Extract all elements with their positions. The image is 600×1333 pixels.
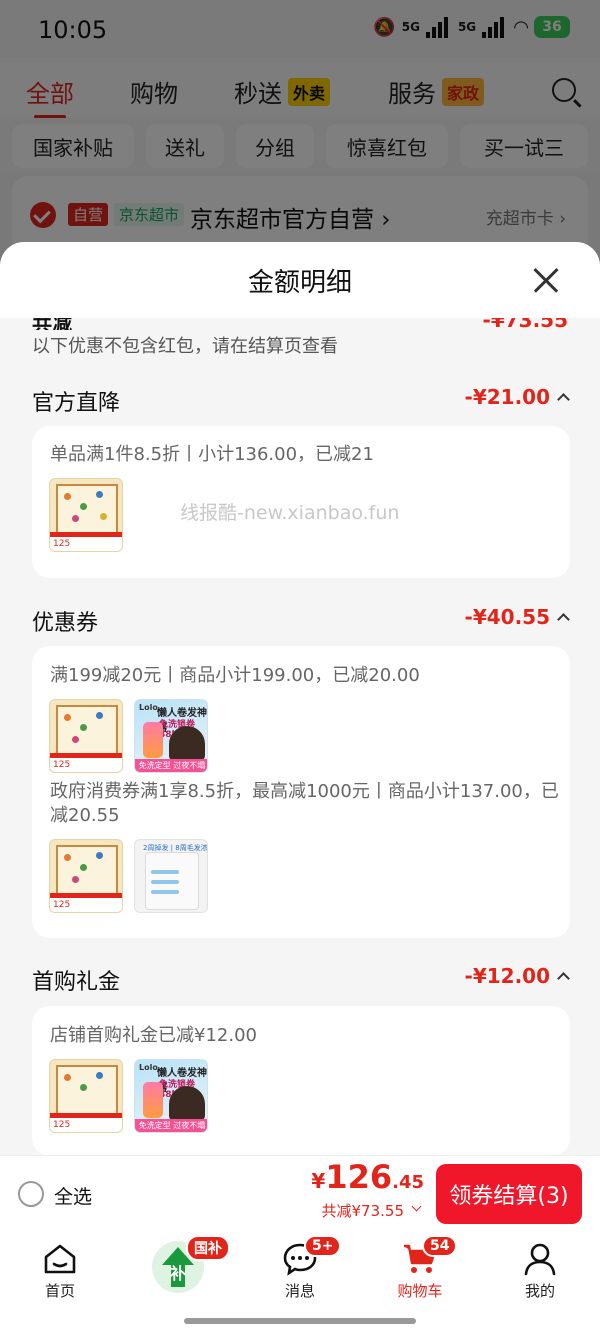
sheet-title: 金额明细 <box>247 268 352 298</box>
bottle-image <box>143 1082 163 1118</box>
thumb-brand: Lolo <box>139 1063 158 1072</box>
total-price: ¥126.45 <box>311 1158 424 1196</box>
poster-price: 125 <box>50 758 122 772</box>
bag-bar <box>151 880 179 884</box>
hair-image <box>169 1086 205 1120</box>
chevron-up-icon <box>557 613 570 626</box>
poster-dot <box>96 491 103 498</box>
nav-badge: 54 <box>422 1235 458 1257</box>
product-thumb-poster[interactable]: 125 <box>49 1059 123 1133</box>
poster-dot <box>64 493 71 500</box>
detail-card: 店铺首购礼金已减¥12.00 125 Lolo 懒人卷发神器 免洗锁卷48h 免… <box>32 1006 570 1156</box>
poster-frame <box>56 484 118 534</box>
nav-profile[interactable]: 我的 <box>480 1231 600 1321</box>
poster-dot <box>72 876 79 883</box>
nav-messages[interactable]: 5+ 消息 <box>240 1231 360 1321</box>
section-coupon[interactable]: 优惠券 -¥40.55 <box>32 599 570 639</box>
poster-dot <box>96 712 103 719</box>
claim-coupon-checkout-button[interactable]: 领券结算(3) <box>436 1164 582 1224</box>
nav-home[interactable]: 首页 <box>0 1231 120 1321</box>
reduced-amount-toggle[interactable]: 共减¥73.55 <box>322 1200 405 1221</box>
close-icon[interactable] <box>532 266 560 294</box>
section-first-purchase-gift[interactable]: 首购礼金 -¥12.00 <box>32 958 570 998</box>
total-decimal: .45 <box>392 1172 424 1193</box>
total-integer: 126 <box>325 1158 393 1196</box>
section-amount: -¥40.55 <box>464 605 550 629</box>
hair-image <box>169 726 205 760</box>
product-thumb-poster[interactable]: 125 <box>49 478 123 552</box>
poster-dot <box>64 1074 71 1081</box>
poster-frame <box>56 845 118 895</box>
poster-dot <box>72 515 79 522</box>
bag-bar <box>151 890 179 894</box>
profile-icon <box>524 1243 556 1276</box>
poster-frame <box>56 705 118 755</box>
poster-dot <box>100 513 107 520</box>
section-amount: -¥12.00 <box>464 964 550 988</box>
product-thumb-supplement-bag[interactable]: 2周掉发 | 8周毛发浓度 <box>134 839 208 913</box>
product-thumb-hair-curler[interactable]: Lolo 懒人卷发神器 免洗锁卷48h 免洗定型 过夜不塌 <box>134 1059 208 1133</box>
product-thumb-poster[interactable]: 125 <box>49 699 123 773</box>
chevron-up-icon <box>557 972 570 985</box>
section-title: 首购礼金 <box>32 970 121 995</box>
home-icon <box>44 1244 76 1274</box>
section-amount: -¥21.00 <box>464 385 550 409</box>
poster-dot <box>80 1084 87 1091</box>
section-title: 优惠券 <box>32 611 99 636</box>
nav-cart[interactable]: 54 购物车 <box>360 1231 480 1321</box>
thumb-footer: 免洗定型 过夜不塌 <box>135 1119 207 1132</box>
poster-dot <box>72 736 79 743</box>
poster-price: 125 <box>50 898 122 912</box>
svg-text:补: 补 <box>169 1264 186 1283</box>
nav-label: 购物车 <box>397 1282 443 1300</box>
bag-bar <box>151 870 179 874</box>
detail-text: 单品满1件8.5折丨小计136.00，已减21 <box>50 444 374 465</box>
poster-dot <box>96 852 103 859</box>
poster-dot <box>96 1072 103 1079</box>
sheet-header: 金额明细 <box>0 242 600 318</box>
nav-label: 首页 <box>44 1282 75 1300</box>
home-indicator[interactable] <box>184 1318 416 1324</box>
bottle-image <box>143 722 163 758</box>
poster-price: 125 <box>50 1118 122 1132</box>
checkout-bar: 全选 ¥126.45 共减¥73.55 领券结算(3) <box>0 1155 600 1231</box>
select-all-label[interactable]: 全选 <box>54 1182 92 1209</box>
thumb-footer: 免洗定型 过夜不塌 <box>135 759 207 772</box>
detail-text: 满199减20元丨商品小计199.00，已减20.00 <box>50 665 420 686</box>
detail-card: 满199减20元丨商品小计199.00，已减20.00 125 Lolo 懒人卷… <box>32 646 570 938</box>
discount-notice: 以下优惠不包含红包，请在结算页查看 <box>32 336 338 357</box>
product-thumb-poster[interactable]: 125 <box>49 839 123 913</box>
nav-label: 我的 <box>524 1282 555 1300</box>
nav-label: 消息 <box>284 1282 315 1300</box>
nav-badge: 国补 <box>186 1235 230 1261</box>
poster-price: 125 <box>50 537 122 551</box>
poster-dot <box>64 714 71 721</box>
section-title: 官方直降 <box>32 391 121 416</box>
detail-text: 店铺首购礼金已减¥12.00 <box>50 1025 257 1046</box>
currency-symbol: ¥ <box>311 1169 326 1193</box>
nav-badge: 5+ <box>304 1235 342 1257</box>
poster-frame <box>56 1065 118 1115</box>
nav-subsidy[interactable]: 补 国补 <box>120 1231 240 1321</box>
select-all-radio[interactable] <box>18 1181 44 1207</box>
poster-dot <box>80 503 87 510</box>
poster-dot <box>80 724 87 731</box>
section-official-discount[interactable]: 官方直降 -¥21.00 <box>32 379 570 419</box>
chevron-down-icon <box>411 1201 422 1212</box>
watermark: 线报酷-new.xianbao.fun <box>180 502 400 524</box>
chevron-up-icon <box>557 393 570 406</box>
detail-text: 政府消费券满1享8.5折，最高减1000元丨商品小计137.00，已减20.55 <box>50 781 559 826</box>
product-thumb-hair-curler[interactable]: Lolo 懒人卷发神器 免洗锁卷48h 免洗定型 过夜不塌 <box>134 699 208 773</box>
thumb-brand: Lolo <box>139 703 158 712</box>
poster-dot <box>64 854 71 861</box>
poster-dot <box>80 864 87 871</box>
